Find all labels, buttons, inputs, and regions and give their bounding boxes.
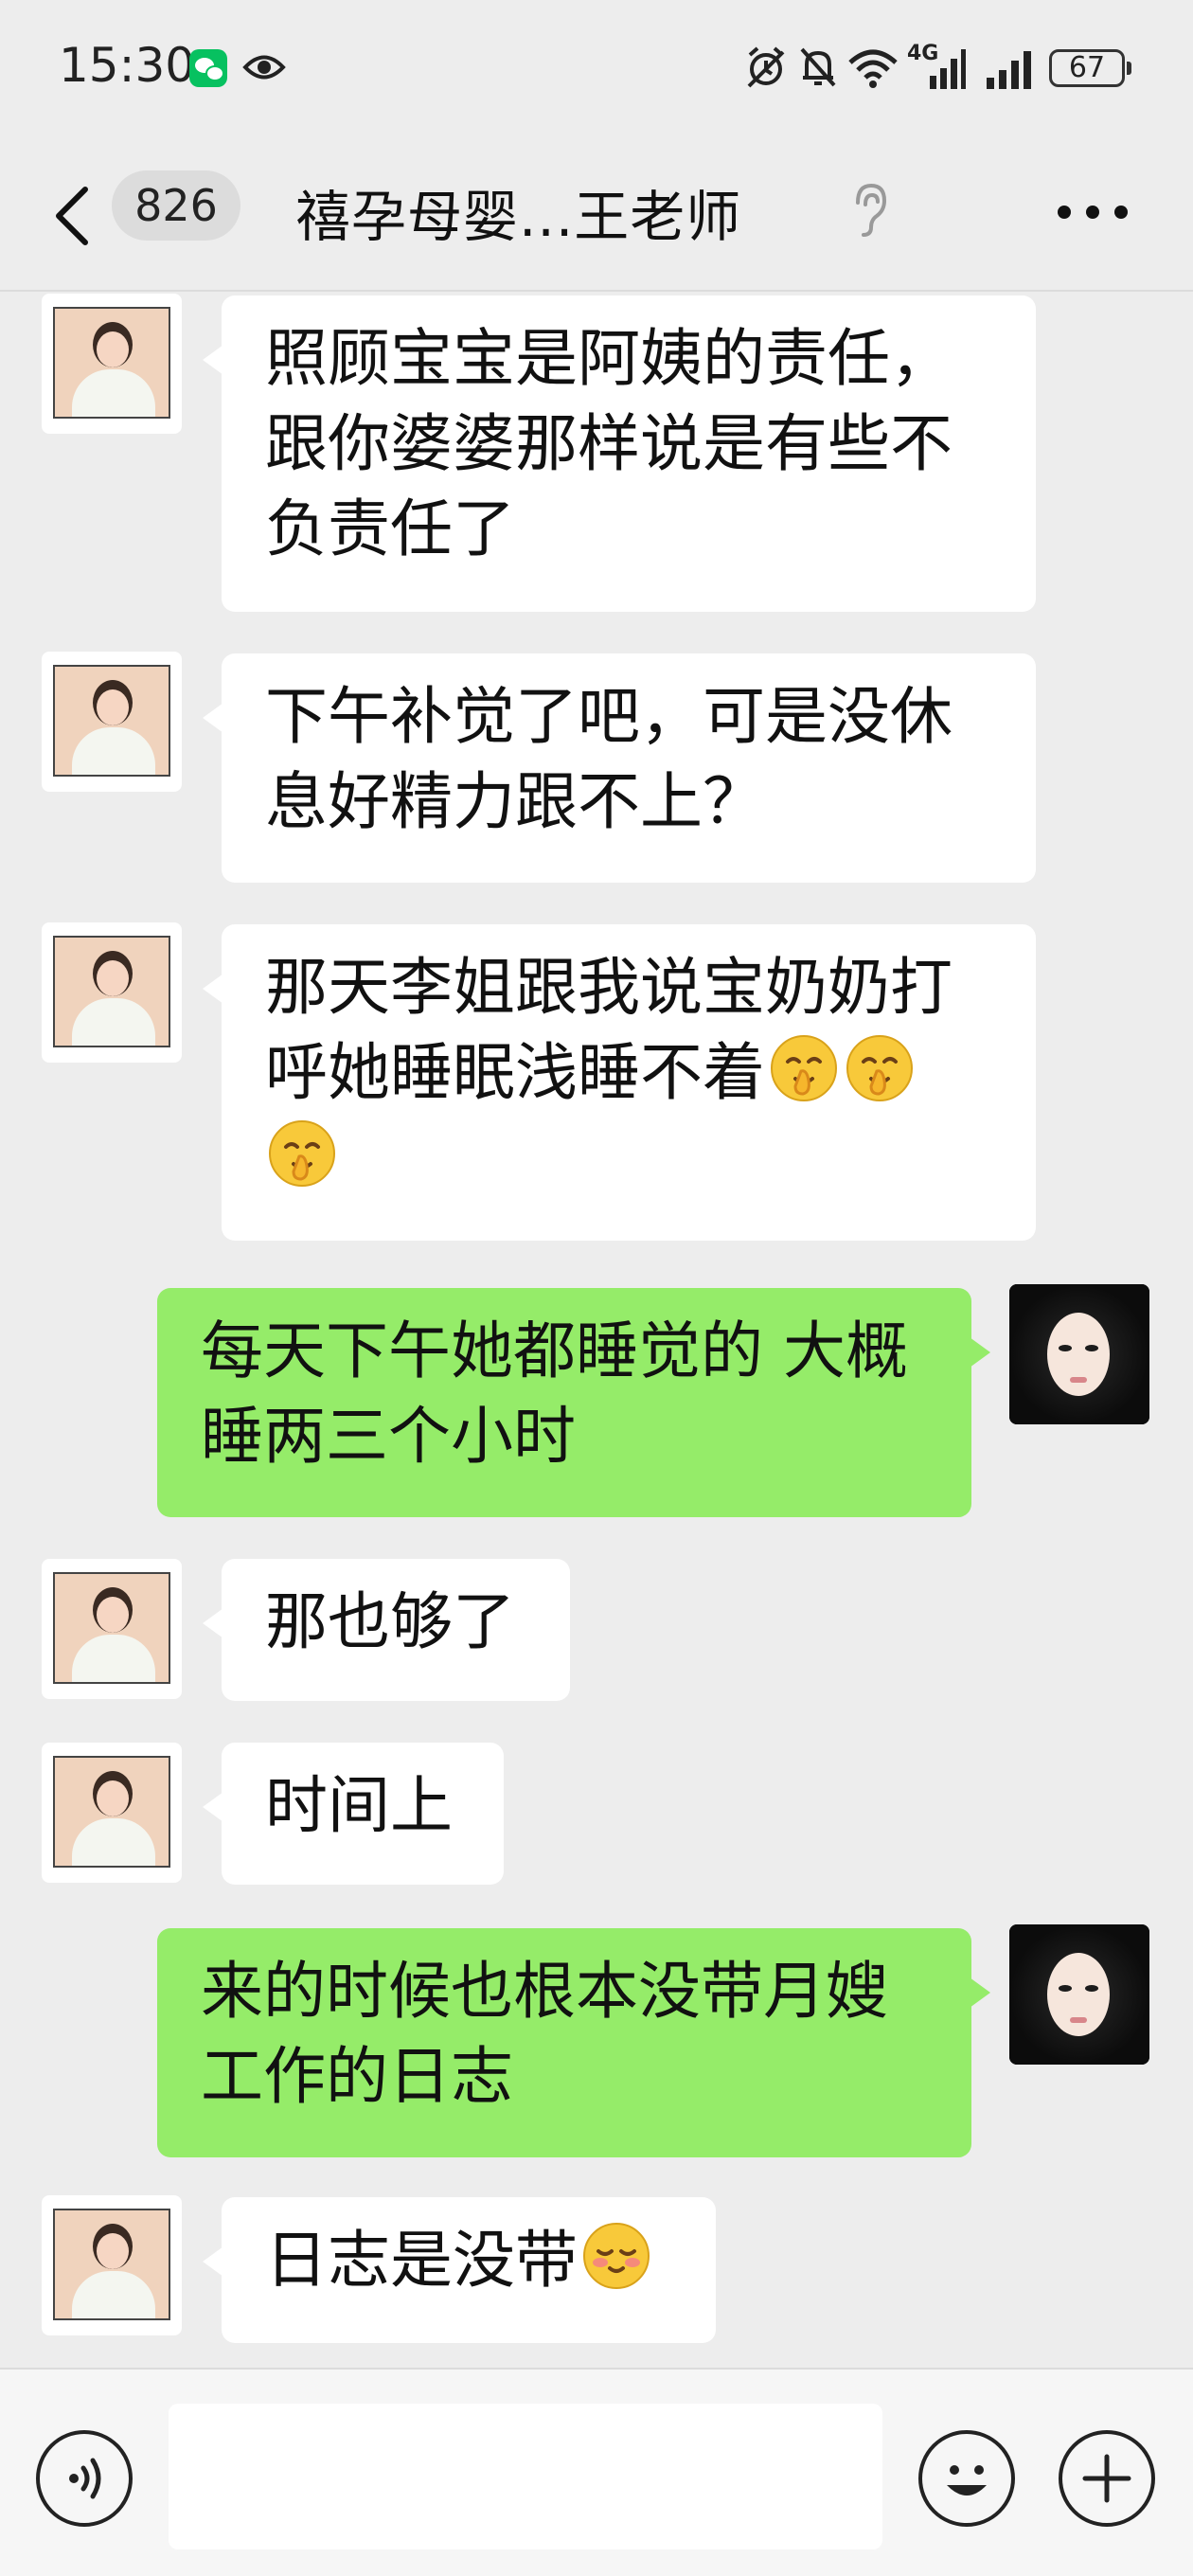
message-item: 时间上 (0, 1743, 1193, 1885)
message-bubble[interactable]: 日志是没带 (203, 2197, 716, 2343)
emoji-icon[interactable] (918, 2430, 1015, 2527)
message-item: 那天李姐跟我说宝奶奶打 呼她睡眠浅睡不着 (0, 922, 1193, 1244)
message-item: 那也够了 (0, 1559, 1193, 1701)
more-icon[interactable] (1057, 205, 1129, 220)
message-text-line: 那天李姐跟我说宝奶奶打 (265, 951, 953, 1024)
message-text-line: 照顾宝宝是阿姨的责任， (265, 322, 953, 395)
shushing-face-emoji (771, 1035, 837, 1101)
teacher-avatar[interactable] (42, 652, 182, 792)
message-bubble[interactable]: 时间上 (203, 1743, 504, 1885)
signal-icon (930, 49, 966, 89)
ear-icon (856, 183, 887, 237)
input-bar (0, 2368, 1193, 2576)
message-text-line: 来的时候也根本没带月嫂 (201, 1955, 888, 2028)
message-text-line: 息好精力跟不上？ (265, 765, 765, 838)
message-item: 来的时候也根本没带月嫂 工作的日志 (0, 1924, 1193, 2157)
message-bubble[interactable]: 照顾宝宝是阿姨的责任， 跟你婆婆那样说是有些不 负责任了 (203, 295, 1036, 612)
signal-icon (987, 51, 1031, 89)
message-text-line: 跟你婆婆那样说是有些不 (265, 407, 953, 480)
bell-off-icon (800, 47, 836, 87)
shushing-face-emoji (846, 1035, 913, 1101)
message-text-line: 每天下午她都睡觉的 大概 (201, 1315, 908, 1387)
eye-icon (242, 55, 286, 80)
wifi-icon (848, 49, 898, 88)
back-icon[interactable] (53, 186, 91, 246)
status-bar: 15:30 4G 67 (0, 0, 1193, 133)
teacher-avatar[interactable] (42, 1743, 182, 1883)
message-item: 日志是没带 (0, 2195, 1193, 2343)
message-input[interactable] (169, 2404, 882, 2549)
message-text-line: 那也够了 (265, 1585, 515, 1658)
wechat-icon (189, 49, 227, 87)
teacher-avatar[interactable] (42, 294, 182, 434)
unread-count-badge[interactable]: 826 (112, 170, 240, 241)
message-text-line: 下午补觉了吧，可是没休 (265, 680, 953, 753)
message-text-line: 工作的日志 (201, 2040, 513, 2113)
plus-icon[interactable] (1059, 2430, 1155, 2527)
chat-title: 禧孕母婴...王老师 (295, 185, 742, 249)
chat-header: 826 禧孕母婴...王老师 (0, 133, 1193, 292)
message-text-line: 呼她睡眠浅睡不着 (265, 1036, 765, 1109)
message-text-line: 负责任了 (265, 492, 515, 565)
status-time: 15:30 (59, 38, 196, 93)
message-text-line: 睡两三个小时 (201, 1400, 576, 1473)
message-bubble[interactable]: 那天李姐跟我说宝奶奶打 呼她睡眠浅睡不着 (203, 924, 1036, 1241)
my-avatar[interactable] (1009, 1284, 1149, 1424)
message-bubble[interactable]: 来的时候也根本没带月嫂 工作的日志 (157, 1928, 990, 2157)
battery-icon: 67 (1049, 49, 1131, 87)
message-bubble[interactable]: 下午补觉了吧，可是没休 息好精力跟不上？ (203, 653, 1036, 883)
teacher-avatar[interactable] (42, 1559, 182, 1699)
my-avatar[interactable] (1009, 1924, 1149, 2065)
message-bubble[interactable]: 每天下午她都睡觉的 大概 睡两三个小时 (157, 1288, 990, 1517)
teacher-avatar[interactable] (42, 922, 182, 1063)
message-text-line: 日志是没带 (265, 2224, 578, 2297)
message-item: 照顾宝宝是阿姨的责任， 跟你婆婆那样说是有些不 负责任了 (0, 294, 1193, 616)
message-item: 每天下午她都睡觉的 大概 睡两三个小时 (0, 1284, 1193, 1517)
voice-icon[interactable] (36, 2430, 133, 2527)
blushing-face-emoji (583, 2223, 650, 2289)
teacher-avatar[interactable] (42, 2195, 182, 2335)
message-item: 下午补觉了吧，可是没休 息好精力跟不上？ (0, 652, 1193, 885)
message-text-line: 时间上 (265, 1769, 453, 1842)
alarm-icon (747, 46, 785, 88)
shushing-face-emoji (269, 1120, 335, 1187)
message-bubble[interactable]: 那也够了 (203, 1559, 570, 1701)
